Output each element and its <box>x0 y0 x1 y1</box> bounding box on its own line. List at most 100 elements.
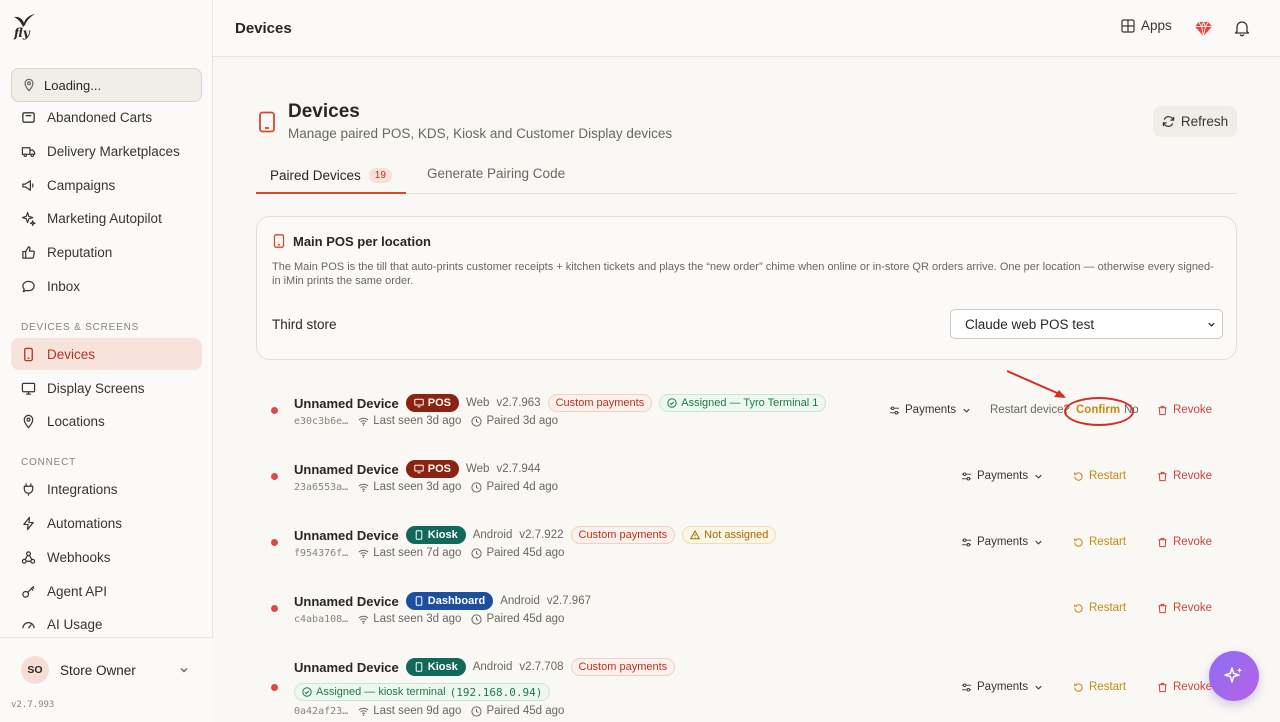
payments-dropdown[interactable]: Payments <box>889 404 972 416</box>
sidebar-item-marketing-autopilot[interactable]: Marketing Autopilot <box>11 202 202 234</box>
fly-logo[interactable]: fly <box>12 14 38 44</box>
payments-label: Payments <box>977 536 1029 548</box>
sidebar-item-label: Agent API <box>47 583 108 599</box>
device-platform: Android <box>500 595 540 607</box>
phone-icon <box>24 347 33 361</box>
paired-time: Paired 45d ago <box>471 613 564 625</box>
restart-button[interactable]: Restart <box>1073 681 1126 693</box>
phone-icon <box>273 234 285 248</box>
bell-icon[interactable] <box>1233 19 1251 37</box>
wifi-icon <box>358 417 369 426</box>
revoke-button[interactable]: Revoke <box>1157 404 1212 416</box>
sidebar-item-ai-usage[interactable]: AI Usage <box>11 608 202 640</box>
logo-text: fly <box>14 26 30 40</box>
monitor-icon <box>21 382 36 395</box>
tab-paired-devices[interactable]: Paired Devices 19 <box>256 158 406 194</box>
device-title-line: Unnamed Device Kiosk Android v2.7.708 Cu… <box>294 658 676 676</box>
refresh-button[interactable]: Refresh <box>1153 106 1237 137</box>
device-type-label: POS <box>427 397 451 409</box>
device-meta-line: 0a42af23… Last seen 9d ago Paired 45d ag… <box>294 705 564 717</box>
refresh-icon <box>1162 116 1175 127</box>
section-subtitle: Manage paired POS, KDS, Kiosk and Custom… <box>288 126 673 141</box>
restart-button[interactable]: Restart <box>1073 536 1126 548</box>
chevron-down-icon[interactable] <box>178 664 190 676</box>
paired-time: Paired 45d ago <box>471 705 564 717</box>
assignment-ip: (192.168.0.94) <box>449 685 543 699</box>
paired-label: Paired 45d ago <box>486 613 565 625</box>
revoke-button[interactable]: Revoke <box>1157 602 1212 614</box>
device-name: Unnamed Device <box>294 593 399 609</box>
custom-payments-badge: Custom payments <box>570 658 676 676</box>
sidebar-item-inbox[interactable]: Inbox <box>11 270 202 302</box>
sidebar-item-label: Display Screens <box>47 380 145 396</box>
revoke-button[interactable]: Revoke <box>1157 536 1212 548</box>
assignment-badge: Not assigned <box>682 526 777 544</box>
sidebar-item-label: Marketing Autopilot <box>47 210 162 226</box>
device-version: v2.7.922 <box>519 529 564 541</box>
tab-generate-pairing-code[interactable]: Generate Pairing Code <box>427 166 565 181</box>
truck-icon <box>21 146 36 157</box>
last-seen-label: Last seen 3d ago <box>373 613 462 625</box>
sidebar-item-display-screens[interactable]: Display Screens <box>11 372 202 404</box>
sidebar-item-abandoned-carts[interactable]: Abandoned Carts <box>11 101 202 133</box>
chevron-down-icon <box>963 408 970 413</box>
main-pos-select[interactable]: Claude web POS test <box>950 309 1223 339</box>
user-menu[interactable]: SO Store Owner v2.7.993 <box>0 637 213 722</box>
device-id: e30c3b6e… <box>294 415 349 427</box>
device-title-line: Unnamed Device Dashboard Android v2.7.96… <box>294 592 591 610</box>
bolt-icon <box>23 516 34 530</box>
gauge-icon <box>22 621 35 629</box>
payments-dropdown[interactable]: Payments <box>961 470 1044 482</box>
device-version: v2.7.963 <box>496 397 541 409</box>
sidebar-item-locations[interactable]: Locations <box>11 405 202 437</box>
rotate-icon <box>1074 682 1083 692</box>
sliders-icon <box>961 471 972 481</box>
ai-assistant-button[interactable] <box>1209 651 1259 701</box>
trash-icon <box>1158 471 1167 481</box>
thumbs-up-icon <box>22 245 35 259</box>
revoke-button[interactable]: Revoke <box>1157 470 1212 482</box>
revoke-button[interactable]: Revoke <box>1157 681 1212 693</box>
payments-dropdown[interactable]: Payments <box>961 681 1044 693</box>
status-dot <box>271 684 278 691</box>
check-circle-icon <box>667 398 677 408</box>
payments-dropdown[interactable]: Payments <box>961 536 1044 548</box>
paired-label: Paired 3d ago <box>486 415 559 427</box>
sidebar-item-label: Campaigns <box>47 177 116 193</box>
device-version: v2.7.967 <box>546 595 591 607</box>
device-type-label: Dashboard <box>427 595 486 607</box>
last-seen: Last seen 9d ago <box>358 705 461 717</box>
custom-payments-badge: Custom payments <box>570 526 676 544</box>
restart-button[interactable]: Restart <box>1073 470 1126 482</box>
sidebar-item-reputation[interactable]: Reputation <box>11 236 202 268</box>
grid-icon <box>1121 18 1135 33</box>
sidebar-item-automations[interactable]: Automations <box>11 507 202 539</box>
sidebar-item-devices[interactable]: Devices <box>11 338 202 370</box>
sidebar-item-campaigns[interactable]: Campaigns <box>11 169 202 201</box>
webhook-icon <box>21 550 36 564</box>
location-picker-label: Loading... <box>44 77 102 93</box>
restart-button[interactable]: Restart <box>1073 602 1126 614</box>
sidebar-item-delivery-marketplaces[interactable]: Delivery Marketplaces <box>11 135 202 167</box>
gem-icon[interactable] <box>1194 19 1213 38</box>
restart-label: Restart <box>1089 536 1127 548</box>
paired-label: Paired 45d ago <box>486 705 565 717</box>
sidebar-item-label: Abandoned Carts <box>47 109 153 125</box>
chevron-down-icon <box>1035 685 1042 690</box>
refresh-label: Refresh <box>1180 114 1229 129</box>
apps-button[interactable]: Apps <box>1121 18 1172 33</box>
annotation-highlight-ellipse <box>1064 397 1134 426</box>
main-pos-card: Main POS per location The Main POS is th… <box>256 216 1237 360</box>
device-name: Unnamed Device <box>294 461 399 477</box>
last-seen: Last seen 3d ago <box>358 481 461 493</box>
sidebar-item-webhooks[interactable]: Webhooks <box>11 541 202 573</box>
sidebar-item-label: Integrations <box>47 481 118 497</box>
wifi-icon <box>358 615 369 624</box>
sidebar-item-integrations[interactable]: Integrations <box>11 473 202 505</box>
sidebar-item-agent-api[interactable]: Agent API <box>11 575 202 607</box>
trash-icon <box>1158 682 1167 692</box>
location-picker[interactable]: Loading... <box>11 68 202 102</box>
section-label-devices: DEVICES & SCREENS <box>21 322 140 333</box>
topbar: Devices Apps <box>213 0 1280 57</box>
map-pin-icon <box>24 78 34 92</box>
